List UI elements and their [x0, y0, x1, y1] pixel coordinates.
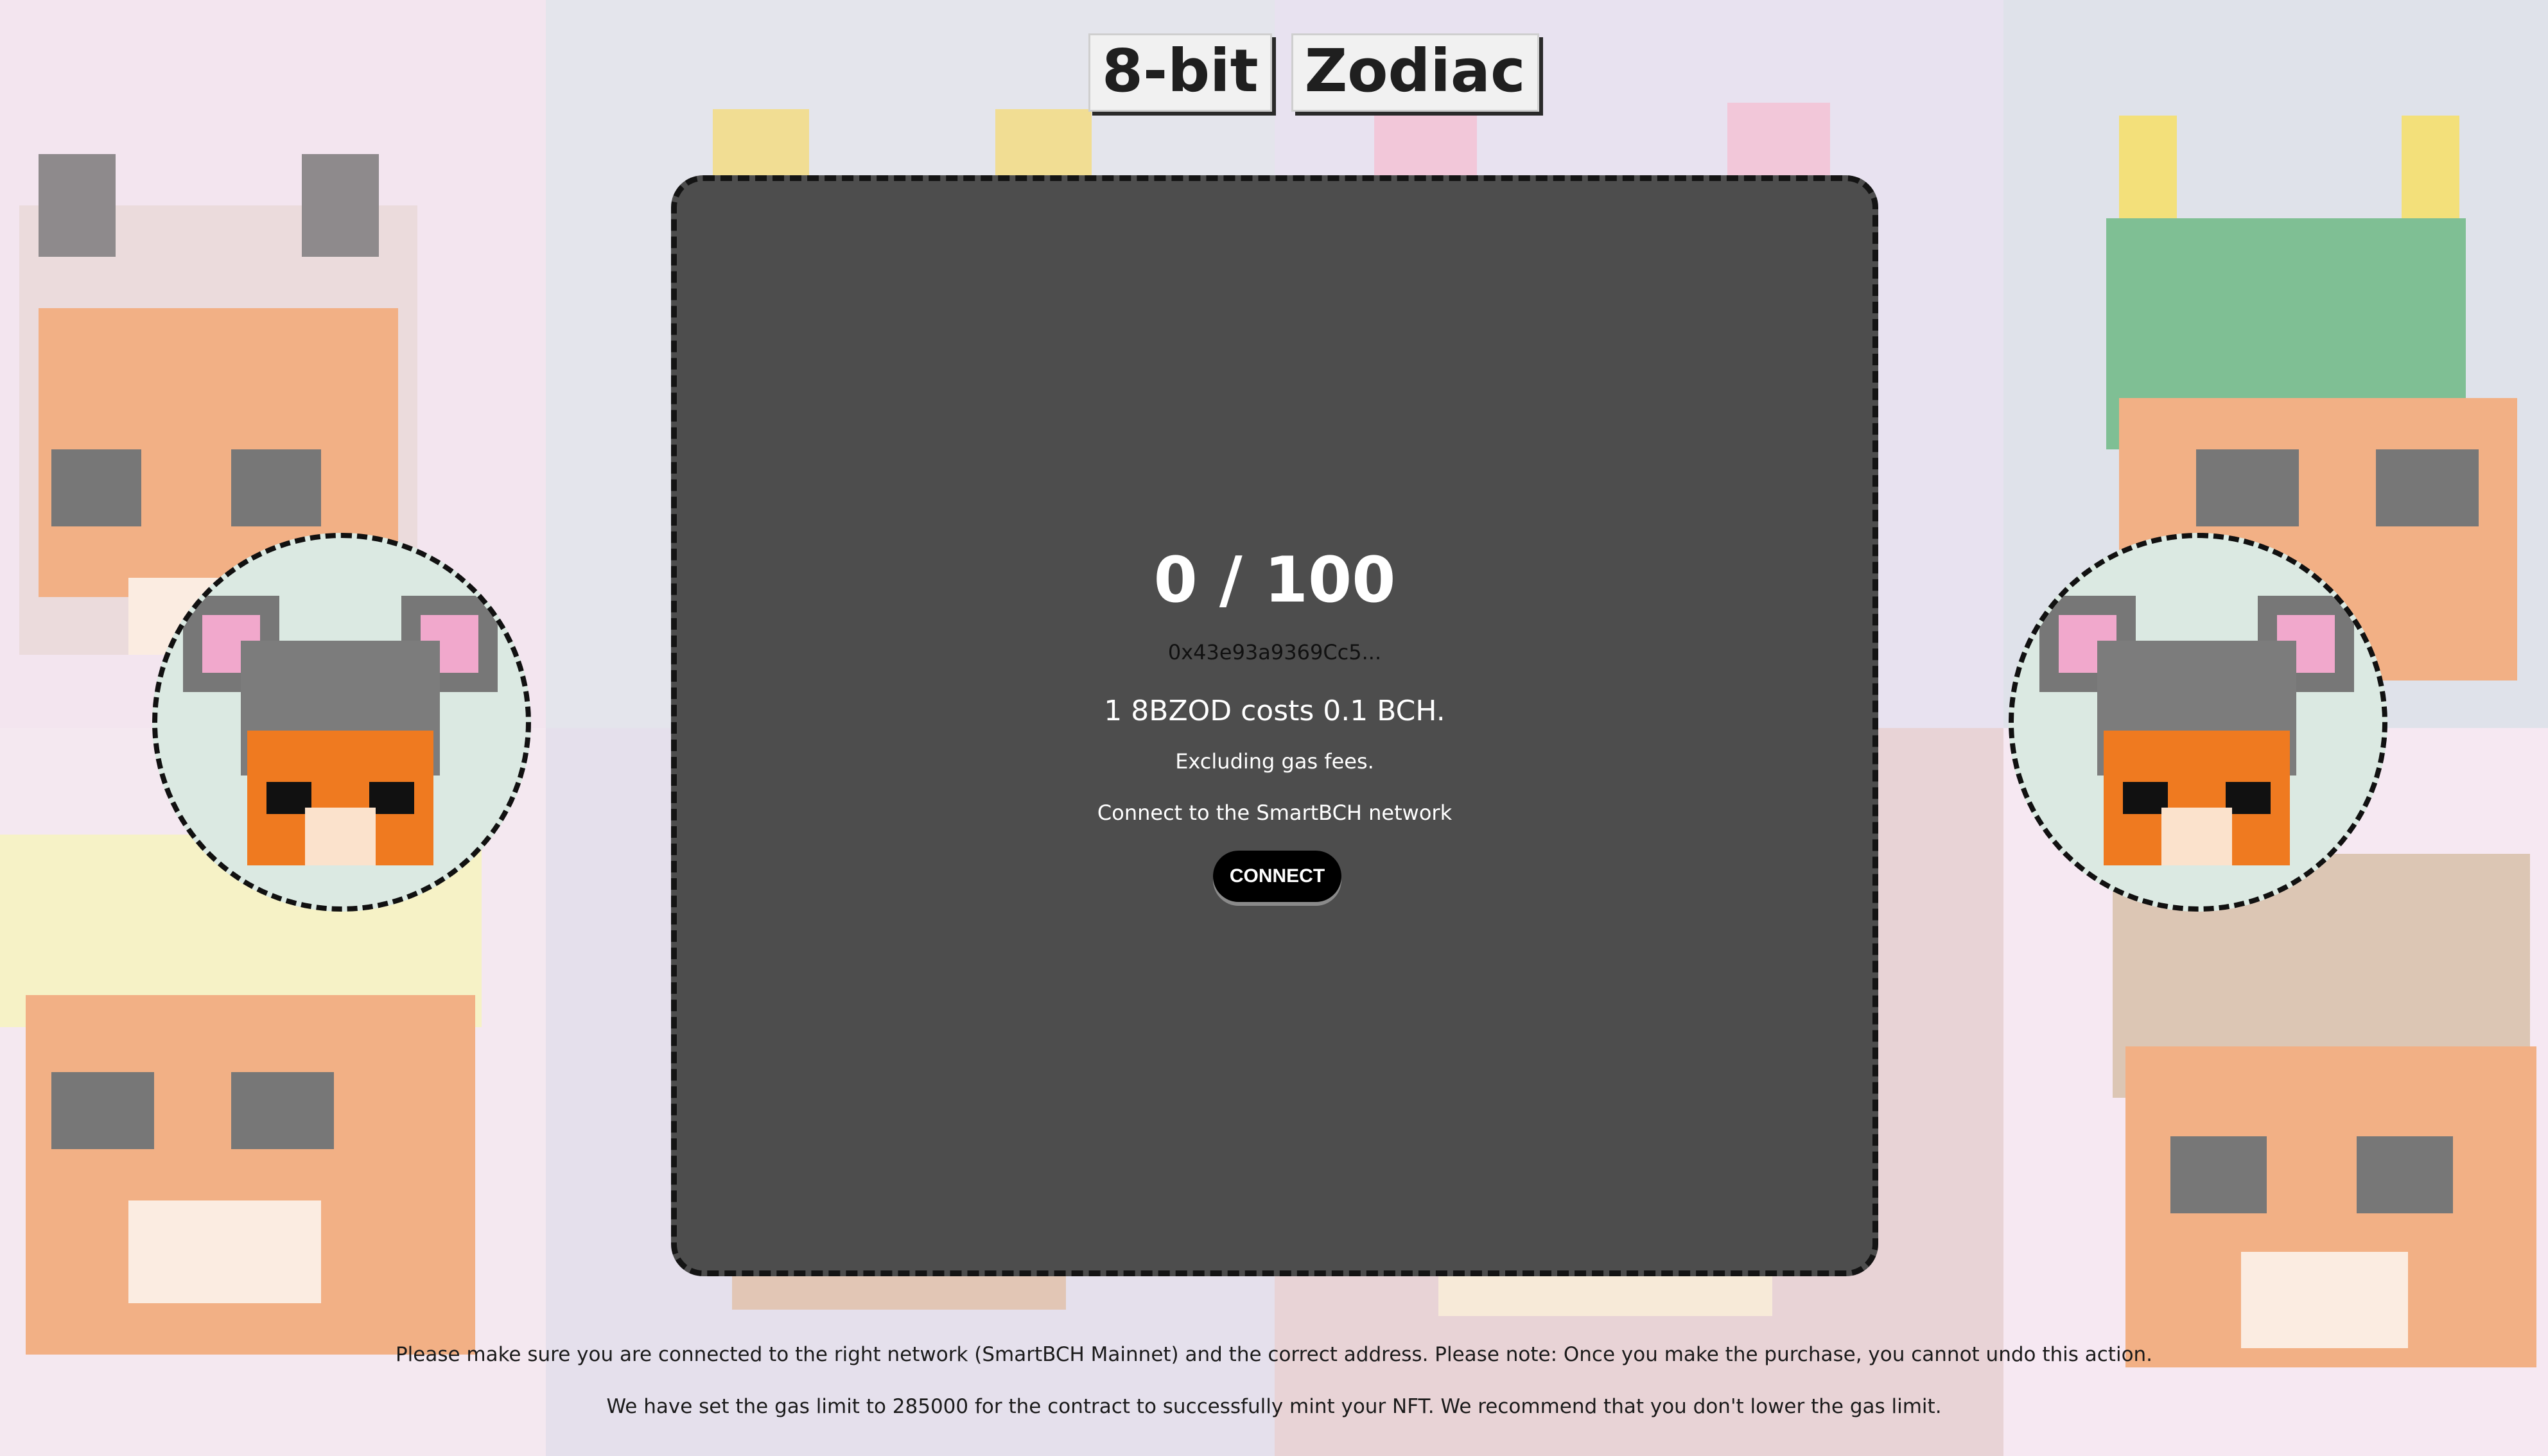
tiger-hamster-pixel-art — [2113, 854, 2536, 1367]
mint-card: 0 / 100 0x43e93a9369Cc5... 1 8BZOD costs… — [671, 175, 1878, 1276]
connect-button[interactable]: CONNECT — [1213, 851, 1341, 902]
logo-word-2: Zodiac — [1291, 33, 1539, 112]
mouse-hooded-tiger-pixel-icon — [183, 596, 498, 865]
network-note: Connect to the SmartBCH network — [1097, 801, 1453, 825]
right-badge-mouse-tiger-icon — [2009, 533, 2387, 912]
mint-counter: 0 / 100 — [1153, 544, 1396, 617]
footer-warning: Please make sure you are connected to th… — [395, 1343, 2153, 1366]
mouse-hooded-tiger-pixel-icon — [2039, 596, 2354, 865]
left-badge-mouse-tiger-icon — [152, 533, 531, 912]
gas-note: Excluding gas fees. — [1175, 749, 1374, 774]
contract-address: 0x43e93a9369Cc5... — [1167, 640, 1382, 664]
price-text: 1 8BZOD costs 0.1 BCH. — [1104, 695, 1445, 727]
footer-gas-limit: We have set the gas limit to 285000 for … — [606, 1395, 1942, 1418]
logo-word-1: 8-bit — [1088, 33, 1272, 112]
site-logo: 8-bit Zodiac — [1088, 33, 1539, 112]
